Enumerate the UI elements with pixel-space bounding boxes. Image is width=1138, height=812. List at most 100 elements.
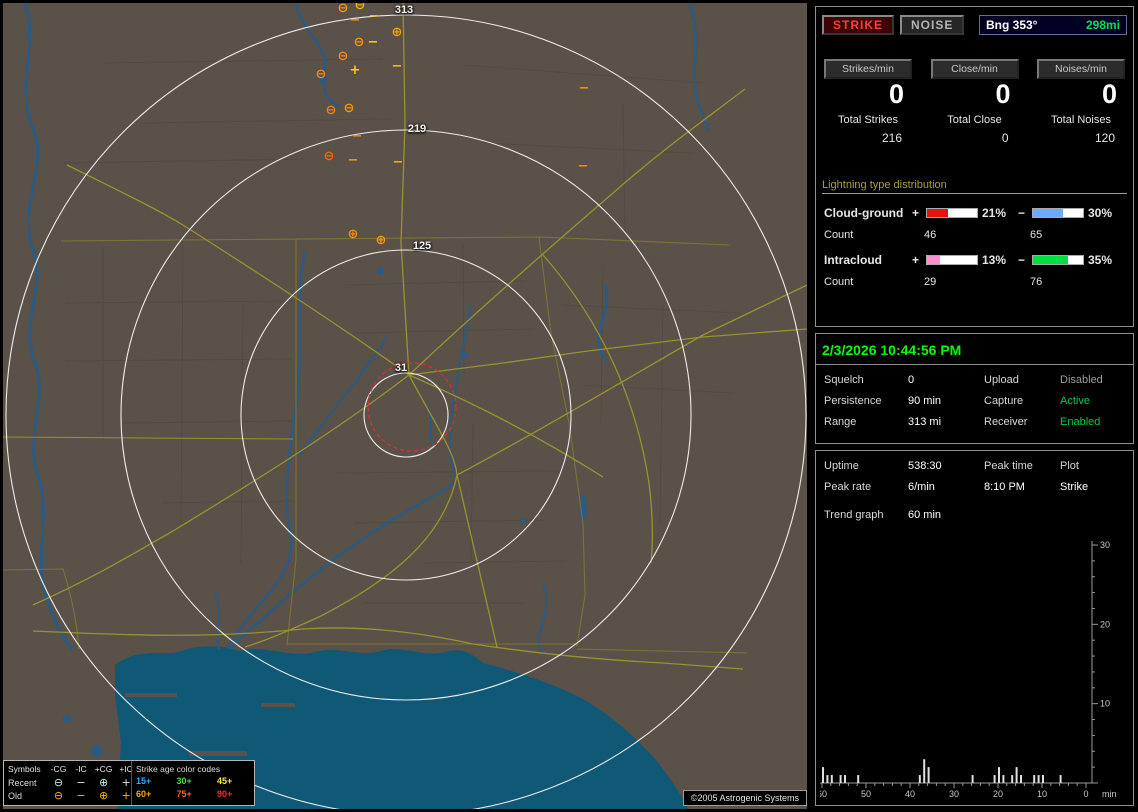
persistence-label: Persistence	[824, 395, 882, 407]
legend-col-pos-cg: +CG	[94, 764, 113, 774]
legend-col-neg-ic: -IC	[75, 764, 87, 774]
status-trend-panel: Uptime 538:30 Peak time Plot Peak rate 6…	[815, 450, 1134, 806]
svg-text:60: 60	[820, 789, 827, 799]
persistence-value: 90 min	[908, 395, 942, 407]
cg-plus-count: 46	[924, 229, 937, 242]
trend-window-value: 60 min	[908, 509, 942, 521]
age-90: 90+	[217, 789, 233, 799]
legend-age-section: Strike age color codes 15+ 30+ 45+ 60+ 7…	[131, 761, 257, 805]
uptime-label: Uptime	[824, 460, 859, 472]
total-strikes-label: Total Strikes	[838, 114, 898, 127]
strike-mode-button[interactable]: STRIKE	[822, 15, 895, 35]
range-ring-label-125: 125	[412, 240, 432, 252]
ic-plus-bar	[926, 255, 978, 266]
cloud-ground-label: Cloud-ground	[824, 206, 904, 221]
cloud-ground-count-row: Count 46 65	[816, 220, 1133, 241]
total-noises-label: Total Noises	[1051, 114, 1111, 127]
strike-symbol-circle-minus: ⊖	[337, 49, 349, 65]
squelch-value: 0	[908, 374, 915, 386]
legend-col-neg-cg: -CG	[50, 764, 67, 774]
peak-time-value: 8:10 PM	[984, 481, 1025, 493]
svg-text:50: 50	[861, 789, 871, 799]
strikes-per-min-button[interactable]: Strikes/min	[824, 59, 912, 79]
cg-minus-pct: 30%	[1088, 206, 1113, 221]
settings-panel: 2/3/2026 10:44:56 PM Squelch 0 Upload Di…	[815, 333, 1134, 444]
receiver-status: Enabled	[1060, 416, 1101, 428]
strike-symbol-circle-plus: ⊕	[391, 25, 403, 41]
strikes-per-min-column: Strikes/min 0	[824, 59, 912, 110]
strike-symbol-minus: −	[367, 35, 379, 51]
total-strikes-value: 216	[881, 131, 902, 146]
strike-symbol-minus: −	[392, 155, 404, 171]
ic-plus-pct: 13%	[982, 253, 1007, 268]
nexstorm-window: 313 219 125 31 ⊖ ⊖ − − ⊕ ⊖ − ⊖ ⊖ + − − ⊖ ⊖ − ⊖ − − − ⊕ ⊕ Symbol…	[0, 0, 1138, 812]
legend-symbols-header: Symbols	[8, 764, 41, 774]
strike-symbol-circle-minus: ⊖	[325, 103, 337, 119]
totals-row: Total Strikes 216 Total Close 0 Total No…	[816, 110, 1133, 145]
strike-symbol-minus: −	[349, 13, 361, 29]
range-readout: 298mi	[1085, 18, 1120, 32]
total-noises-value: 120	[1094, 131, 1115, 146]
date-time-display: 2/3/2026 10:44:56 PM	[822, 342, 962, 358]
strike-symbol-circle-minus: ⊖	[353, 35, 365, 51]
svg-text:min: min	[1102, 789, 1117, 799]
strike-symbol-circle-minus: ⊖	[323, 149, 335, 165]
strike-symbol-circle-minus: ⊖	[337, 3, 349, 17]
svg-text:10: 10	[1037, 789, 1047, 799]
strike-symbol-minus: −	[347, 153, 359, 169]
plus-polarity-sign: +	[912, 253, 920, 268]
bearing-readout: Bng 353°	[986, 18, 1038, 32]
upload-label: Upload	[984, 374, 1019, 386]
svg-text:0: 0	[1083, 789, 1088, 799]
minus-polarity-sign: −	[1018, 206, 1026, 221]
noise-mode-button[interactable]: NOISE	[900, 15, 965, 35]
range-label: Range	[824, 416, 857, 428]
recent-neg-cg-icon: ⊖	[53, 776, 64, 789]
age-60: 60+	[136, 789, 152, 799]
ic-count-label: Count	[824, 276, 854, 289]
distribution-header: Lightning type distribution	[822, 179, 1127, 195]
age-15: 15+	[136, 776, 152, 786]
settings-row-range: Range 313 mi Receiver Enabled	[816, 407, 1133, 428]
rate-counters: Strikes/min 0 Close/min 0 Noises/min 0	[816, 35, 1133, 110]
old-neg-cg-icon: ⊖	[53, 789, 64, 802]
strike-symbol-circle-minus: ⊖	[343, 101, 355, 117]
close-per-min-value: 0	[995, 79, 1011, 109]
old-neg-ic-icon: −	[76, 789, 86, 802]
range-value: 313 mi	[908, 416, 942, 428]
peak-time-label: Peak time	[984, 460, 1033, 472]
map-canvas	[3, 3, 807, 809]
ic-minus-count: 76	[1030, 276, 1043, 289]
plus-polarity-sign: +	[912, 206, 920, 221]
ic-plus-count: 29	[924, 276, 937, 289]
squelch-label: Squelch	[824, 374, 864, 386]
total-close-value: 0	[1001, 131, 1009, 146]
close-per-min-column: Close/min 0	[930, 59, 1019, 110]
total-close-label: Total Close	[947, 114, 1002, 127]
lightning-map[interactable]: 313 219 125 31 ⊖ ⊖ − − ⊕ ⊖ − ⊖ ⊖ + − − ⊖ ⊖ − ⊖ − − − ⊕ ⊕ Symbol…	[3, 3, 807, 809]
strike-symbol-circle-minus: ⊖	[354, 3, 366, 14]
map-legend: Symbols -CG -IC +CG +IC Recent ⊖ − ⊕ + O…	[3, 760, 255, 806]
range-ring-label-31: 31	[394, 362, 408, 374]
strike-symbol-plus: +	[349, 63, 361, 79]
upload-status: Disabled	[1060, 374, 1103, 386]
trend-graph-chart: 30 20 10 60 50 40 30 20 10 0 min	[820, 540, 1117, 799]
bearing-range-display: Bng 353° 298mi	[979, 15, 1127, 35]
intracloud-label: Intracloud	[824, 253, 883, 268]
close-per-min-button[interactable]: Close/min	[930, 59, 1019, 79]
status-row-1: Uptime 538:30 Peak time Plot	[816, 451, 1133, 472]
noises-per-min-column: Noises/min 0	[1037, 59, 1125, 110]
age-75: 75+	[176, 789, 192, 799]
cloud-ground-row: Cloud-ground + 21% − 30%	[816, 194, 1133, 220]
settings-row-persistence: Persistence 90 min Capture Active	[816, 386, 1133, 407]
strike-symbol-minus: −	[351, 129, 363, 145]
strike-symbol-minus: −	[368, 9, 380, 25]
age-45: 45+	[217, 776, 233, 786]
total-close-column: Total Close 0	[931, 114, 1019, 145]
receiver-label: Receiver	[984, 416, 1028, 428]
intracloud-count-row: Count 29 76	[816, 267, 1133, 288]
noises-per-min-button[interactable]: Noises/min	[1037, 59, 1125, 79]
svg-text:20: 20	[1100, 619, 1110, 629]
range-ring-label-219: 219	[407, 123, 427, 135]
copyright-notice: ©2005 Astrogenic Systems	[682, 790, 807, 806]
